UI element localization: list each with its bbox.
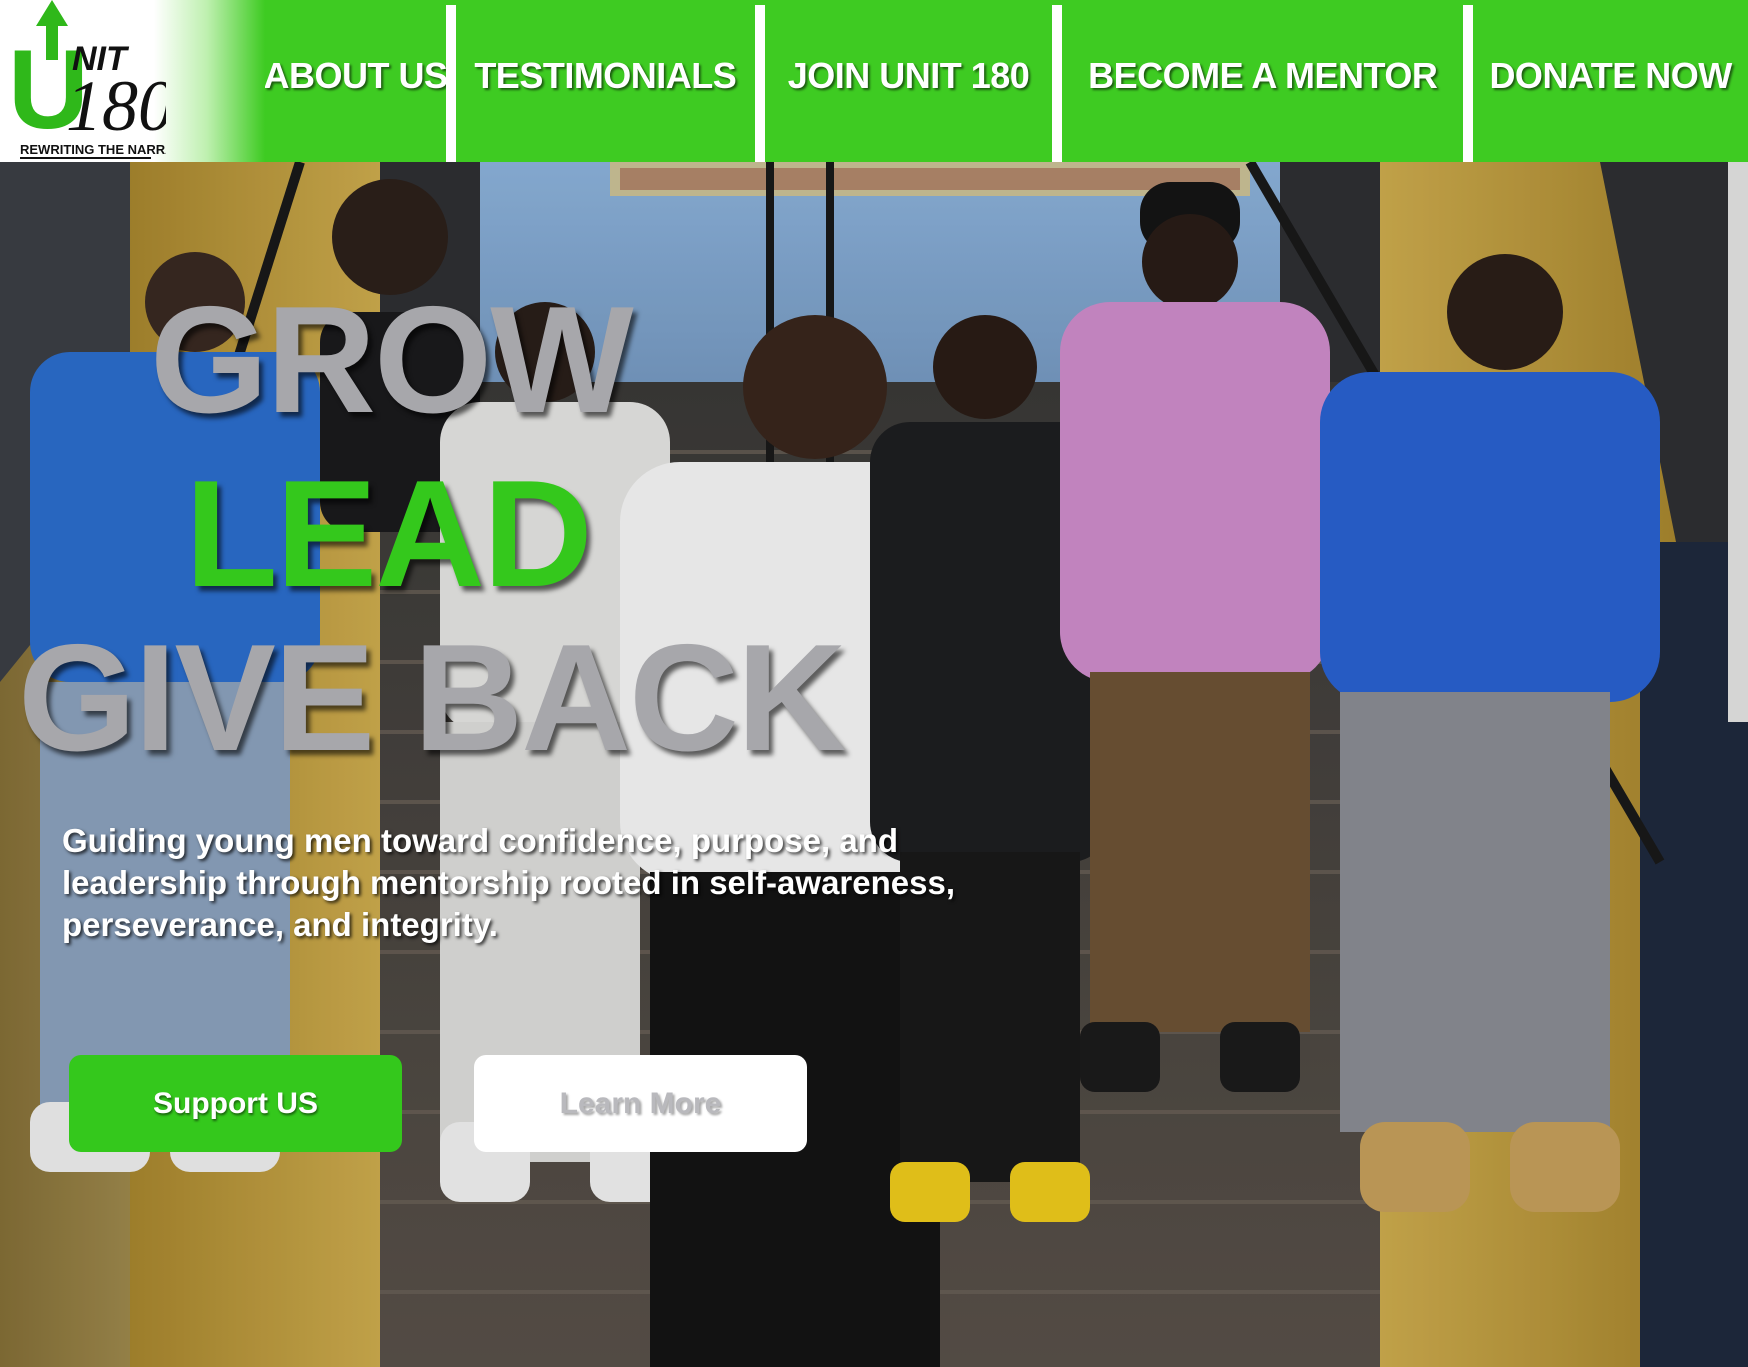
nav-divider bbox=[446, 5, 456, 162]
nav-divider bbox=[1463, 5, 1474, 162]
nav-testimonials[interactable]: TESTIMONIALS bbox=[456, 0, 755, 162]
nav-divider bbox=[754, 5, 765, 162]
nav-join-unit-180-label: JOIN UNIT 180 bbox=[787, 55, 1030, 96]
headline-lead: LEAD bbox=[185, 449, 593, 619]
nav-testimonials-label: TESTIMONIALS bbox=[474, 55, 737, 96]
learn-more-button[interactable]: Learn More bbox=[474, 1055, 807, 1152]
nav-become-a-mentor-label: BECOME A MENTOR bbox=[1088, 55, 1438, 96]
nav-about-us[interactable]: ABOUT US bbox=[263, 0, 449, 162]
nav-donate-now-label: DONATE NOW bbox=[1489, 55, 1732, 96]
learn-more-label: Learn More bbox=[559, 1086, 722, 1120]
nav-become-a-mentor[interactable]: BECOME A MENTOR bbox=[1062, 0, 1463, 162]
support-us-label: Support US bbox=[153, 1086, 318, 1120]
logo[interactable]: U NIT 180 REWRITING THE NARRATIVE bbox=[0, 0, 265, 162]
unit-180-logo-icon: U NIT 180 REWRITING THE NARRATIVE bbox=[8, 0, 166, 159]
hero-section: GROW LEAD GIVE BACK Guiding young men to… bbox=[0, 162, 1748, 1367]
headline-grow: GROW bbox=[150, 275, 634, 445]
support-us-button[interactable]: Support US bbox=[69, 1055, 402, 1152]
top-nav: U NIT 180 REWRITING THE NARRATIVE ABOUT … bbox=[0, 0, 1748, 162]
svg-text:REWRITING THE NARRATIVE: REWRITING THE NARRATIVE bbox=[20, 142, 166, 157]
nav-about-us-label: ABOUT US bbox=[263, 55, 449, 96]
nav-join-unit-180[interactable]: JOIN UNIT 180 bbox=[765, 0, 1053, 162]
svg-text:180: 180 bbox=[66, 66, 166, 146]
nav-donate-now[interactable]: DONATE NOW bbox=[1473, 0, 1748, 162]
headline-give-back: GIVE BACK bbox=[18, 613, 847, 783]
hero-subtext: Guiding young men toward confidence, pur… bbox=[62, 822, 955, 943]
nav-divider bbox=[1052, 5, 1063, 162]
